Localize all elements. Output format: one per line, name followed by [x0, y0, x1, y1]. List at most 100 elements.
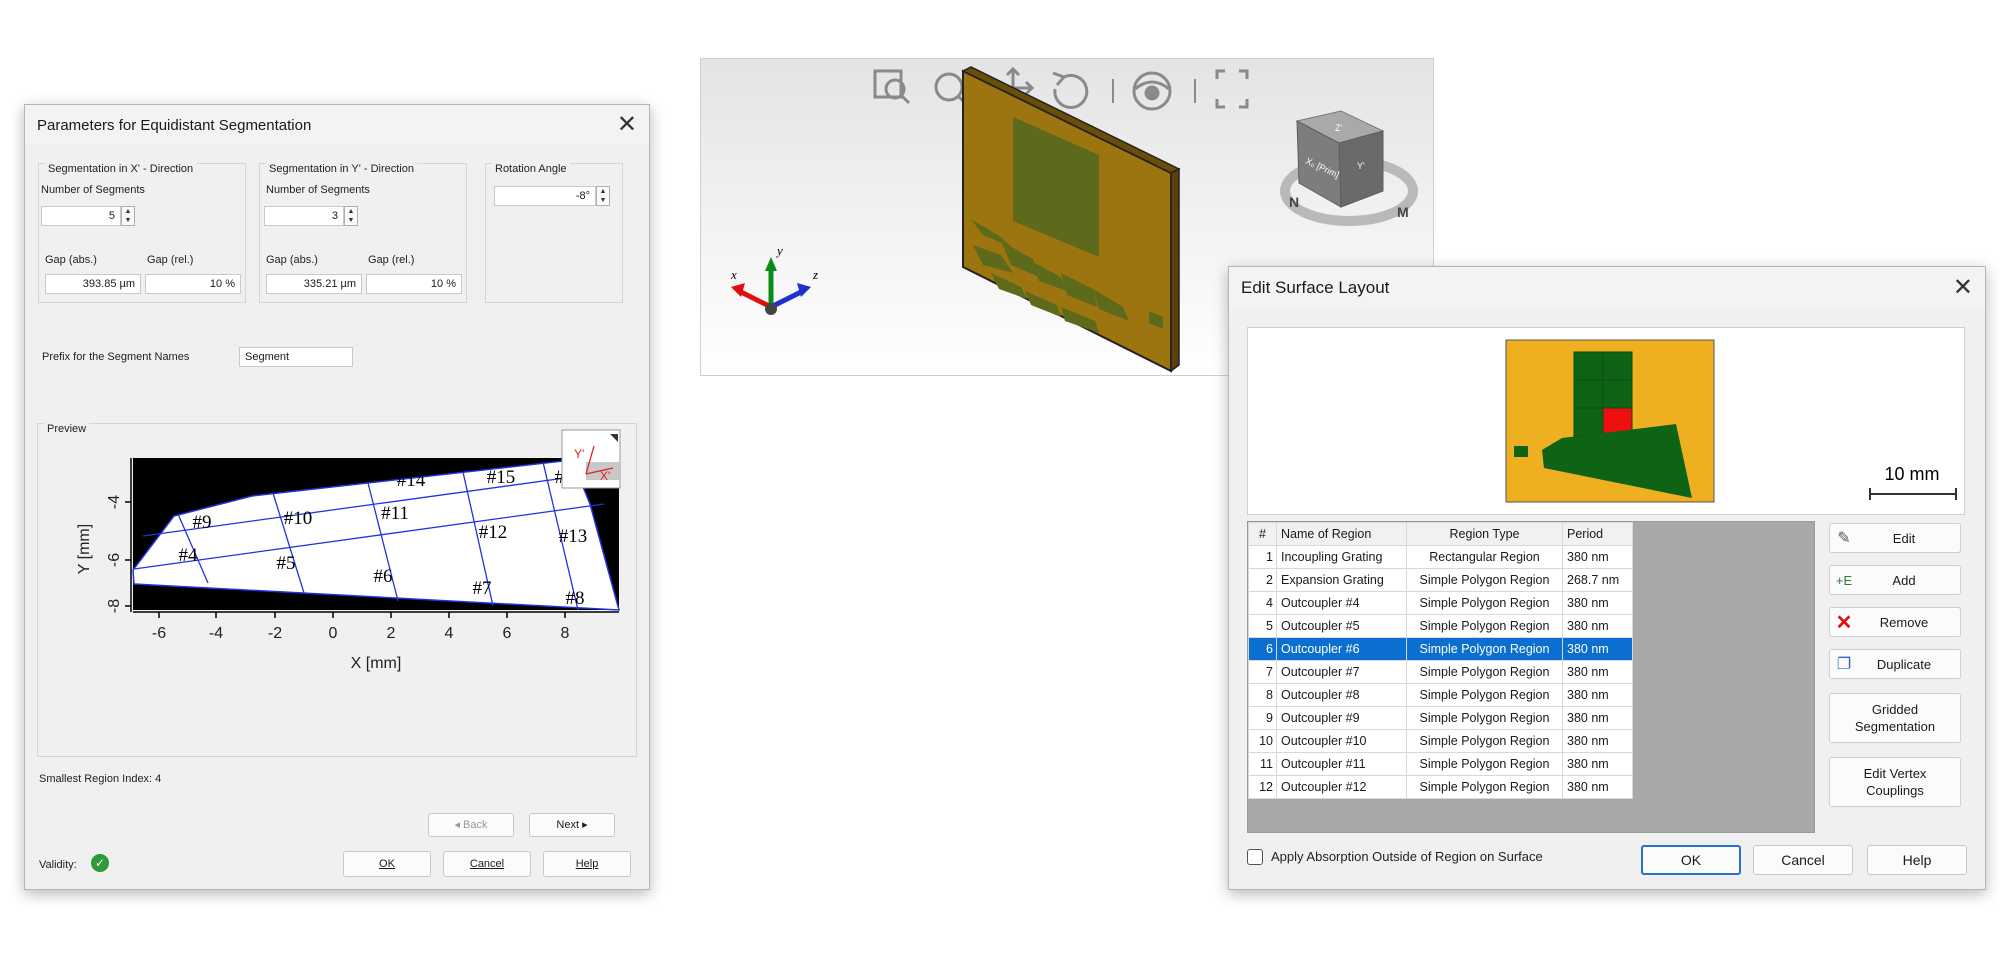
cell-id: 12	[1248, 775, 1277, 799]
x-gap-rel-input[interactable]: 10 %	[145, 274, 241, 294]
table-row-selected[interactable]: 6 Outcoupler #6 Simple Polygon Region 380 n…	[1248, 637, 1633, 661]
axis-orientation-widget[interactable]: Y' X'	[561, 429, 621, 489]
x-num-segments-input[interactable]: 5	[41, 206, 121, 226]
next-button[interactable]: Next ▸	[529, 813, 615, 837]
cancel-button[interactable]: Cancel	[443, 851, 531, 877]
col-header[interactable]: Period	[1562, 522, 1633, 546]
table-header-row: # Name of Region Region Type Period	[1248, 522, 1633, 546]
scale-label: 10 mm	[1884, 464, 1939, 484]
widget-x-label: X'	[600, 469, 610, 483]
help-button[interactable]: Help	[543, 851, 631, 877]
duplicate-button[interactable]: ❐ Duplicate	[1829, 649, 1961, 679]
col-header[interactable]: Name of Region	[1276, 522, 1407, 546]
segment-label: #8	[566, 588, 585, 609]
y-num-segments-spinner[interactable]: ▲ ▼	[344, 206, 358, 226]
preview-group: Preview #4 #5 #6 #7 #8 #9 #10 #11 #12 #1…	[37, 423, 637, 757]
y-gap-rel-input[interactable]: 10 %	[366, 274, 462, 294]
x-tick-label: -6	[152, 625, 166, 642]
cell-id: 2	[1248, 568, 1277, 592]
table-row[interactable]: 1 Incoupling Grating Rectangular Region 380…	[1248, 545, 1633, 569]
validity-label: Validity:	[39, 859, 77, 871]
x-num-segments-label: Number of Segments	[41, 184, 145, 196]
y-num-segments-input[interactable]: 3	[264, 206, 344, 226]
cell-type: Rectangular Region	[1406, 545, 1563, 569]
cell-type: Simple Polygon Region	[1406, 614, 1563, 638]
preview-plot: #4 #5 #6 #7 #8 #9 #10 #11 #12 #13 #14 #1…	[76, 429, 621, 672]
edit-vertex-couplings-button[interactable]: Edit Vertex Couplings	[1829, 757, 1961, 807]
table-row[interactable]: 7 Outcoupler #7 Simple Polygon Region 380 n…	[1248, 660, 1633, 684]
help-button[interactable]: Help	[1867, 845, 1967, 875]
ok-button[interactable]: OK	[1641, 845, 1741, 875]
cell-name: Outcoupler #6	[1276, 637, 1407, 661]
cell-period: 380 nm	[1562, 706, 1633, 730]
remove-button[interactable]: ✕ Remove	[1829, 607, 1961, 637]
add-icon: +E	[1835, 572, 1853, 588]
cell-period: 380 nm	[1562, 729, 1633, 753]
region-table-container[interactable]: # Name of Region Region Type Period 1 Inc…	[1247, 521, 1815, 833]
col-header[interactable]: #	[1248, 522, 1277, 546]
x-segmentation-group: Segmentation in X' - Direction Number of…	[38, 163, 246, 303]
segment-label: #7	[473, 578, 492, 599]
table-row[interactable]: 8 Outcoupler #8 Simple Polygon Region 380 n…	[1248, 683, 1633, 707]
absorption-checkbox[interactable]	[1247, 849, 1263, 865]
cell-type: Simple Polygon Region	[1406, 752, 1563, 776]
close-icon[interactable]: ✕	[617, 113, 637, 137]
add-button[interactable]: +E Add	[1829, 565, 1961, 595]
back-button[interactable]: ◂ Back	[428, 813, 514, 837]
cell-name: Outcoupler #5	[1276, 614, 1407, 638]
cell-name: Outcoupler #4	[1276, 591, 1407, 615]
table-row[interactable]: 4 Outcoupler #4 Simple Polygon Region 380 n…	[1248, 591, 1633, 615]
table-row[interactable]: 10 Outcoupler #10 Simple Polygon Region 380…	[1248, 729, 1633, 753]
view-icon[interactable]	[1132, 71, 1172, 111]
y-tick-label: -4	[106, 495, 123, 509]
close-icon[interactable]: ✕	[1953, 276, 1973, 300]
cell-name: Outcoupler #10	[1276, 729, 1407, 753]
cell-type: Simple Polygon Region	[1406, 775, 1563, 799]
view-cube[interactable]: Z' X₀ [Prim] Y' N M	[1280, 110, 1418, 226]
x-tick-label: 4	[445, 625, 454, 642]
cell-type: Simple Polygon Region	[1406, 660, 1563, 684]
y-tick-label: -8	[106, 599, 123, 613]
fullscreen-icon[interactable]	[1215, 69, 1249, 109]
x-gap-abs-input[interactable]: 393.85 µm	[45, 274, 141, 294]
cube-right-label: Y'	[1357, 161, 1365, 171]
col-header[interactable]: Region Type	[1406, 522, 1563, 546]
table-row[interactable]: 5 Outcoupler #5 Simple Polygon Region 380 n…	[1248, 614, 1633, 638]
ok-button[interactable]: OK	[343, 851, 431, 877]
segment-label: #15	[487, 467, 516, 488]
cancel-button[interactable]: Cancel	[1753, 845, 1853, 875]
remove-icon: ✕	[1835, 611, 1853, 634]
x-tick-label: -4	[209, 625, 223, 642]
table-row[interactable]: 11 Outcoupler #11 Simple Polygon Region 380…	[1248, 752, 1633, 776]
x-tick-label: -2	[268, 625, 282, 642]
gridded-segmentation-button[interactable]: Gridded Segmentation	[1829, 693, 1961, 743]
x-num-segments-spinner[interactable]: ▲ ▼	[121, 206, 135, 226]
cell-period: 380 nm	[1562, 545, 1633, 569]
table-row[interactable]: 12 Outcoupler #12 Simple Polygon Region 380…	[1248, 775, 1633, 799]
segment-label: #4	[179, 545, 199, 566]
cell-type: Simple Polygon Region	[1406, 683, 1563, 707]
edit-button[interactable]: ✎ Edit	[1829, 523, 1961, 553]
cell-id: 9	[1248, 706, 1277, 730]
y-gap-abs-input[interactable]: 335.21 µm	[266, 274, 362, 294]
prefix-input[interactable]: Segment	[239, 347, 353, 367]
surface-layout-preview: 10 mm	[1247, 327, 1965, 515]
rotation-angle-input[interactable]: -8°	[494, 186, 596, 206]
axis-triad: y x z	[730, 243, 818, 315]
zoom-extent-icon[interactable]	[873, 69, 911, 105]
surface-layout-dialog: Edit Surface Layout ✕ 10 mm # Name of Re…	[1228, 266, 1986, 890]
rotate-icon[interactable]	[1052, 71, 1089, 109]
small-region	[1514, 446, 1528, 457]
segmentation-dialog: Parameters for Equidistant Segmentation …	[24, 104, 650, 890]
table-row[interactable]: 2 Expansion Grating Simple Polygon Region 2…	[1248, 568, 1633, 592]
triad-z-label: z	[812, 267, 818, 282]
pencil-icon: ✎	[1837, 530, 1851, 547]
cell-period: 268.7 nm	[1562, 568, 1633, 592]
table-row[interactable]: 9 Outcoupler #9 Simple Polygon Region 380 n…	[1248, 706, 1633, 730]
absorption-label: Apply Absorption Outside of Region on Su…	[1271, 849, 1543, 864]
check-icon: ✓	[91, 854, 109, 872]
widget-y-label: Y'	[574, 447, 584, 461]
rotation-angle-spinner[interactable]: ▲ ▼	[596, 186, 610, 206]
cell-name: Outcoupler #9	[1276, 706, 1407, 730]
cell-name: Outcoupler #11	[1276, 752, 1407, 776]
